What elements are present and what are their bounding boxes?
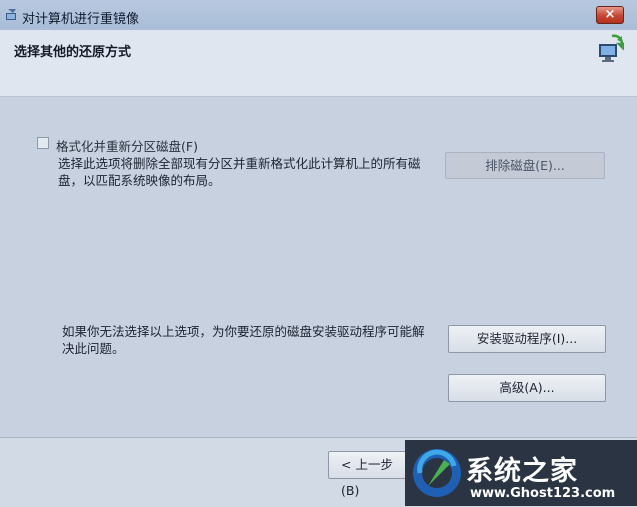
- back-button[interactable]: < 上一步(B): [328, 451, 410, 498]
- format-description: 选择此选项将删除全部现有分区并重新格式化此计算机上的所有磁盘，以匹配系统映像的布…: [58, 156, 421, 188]
- install-driver-button[interactable]: 安装驱动程序(I)...: [448, 325, 606, 353]
- window-title: 对计算机进行重镜像: [22, 12, 140, 27]
- watermark-brand: 系统之家: [466, 456, 578, 487]
- close-icon: ×: [604, 7, 616, 22]
- computer-restore-icon: [599, 34, 624, 62]
- exclude-disks-button[interactable]: 排除磁盘(E)...: [445, 152, 605, 179]
- watermark-url: www.Ghost123.com: [470, 486, 616, 501]
- page-title: 选择其他的还原方式: [14, 45, 132, 60]
- watermark-logo: [413, 449, 461, 497]
- app-icon: [6, 9, 16, 20]
- format-disk-label[interactable]: 格式化并重新分区磁盘(F): [56, 136, 198, 155]
- format-disk-checkbox[interactable]: [37, 137, 49, 149]
- advanced-button[interactable]: 高级(A)...: [448, 374, 606, 402]
- close-button[interactable]: ×: [596, 6, 624, 24]
- header-band: 选择其他的还原方式: [0, 30, 637, 97]
- title-bar: 对计算机进行重镜像 ×: [0, 0, 637, 30]
- driver-description: 如果你无法选择以上选项，为你要还原的磁盘安装驱动程序可能解决此问题。: [62, 324, 425, 356]
